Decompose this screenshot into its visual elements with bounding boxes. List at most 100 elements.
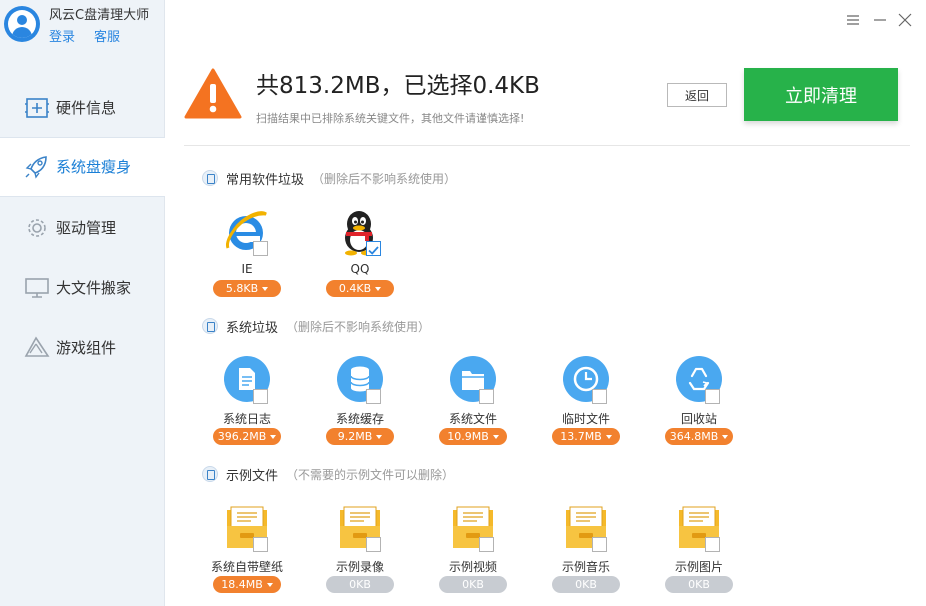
caret-down-icon bbox=[492, 434, 499, 439]
size-dropdown[interactable]: 10.9MB bbox=[439, 428, 507, 445]
item-name: 回收站 bbox=[680, 412, 717, 426]
item-checkbox[interactable] bbox=[253, 537, 268, 552]
section-icon bbox=[202, 170, 218, 186]
item-name: 系统文件 bbox=[448, 412, 497, 426]
item-checkbox[interactable] bbox=[705, 389, 720, 404]
item-checkbox[interactable] bbox=[253, 389, 268, 404]
sidebar-item-label: 驱动管理 bbox=[56, 219, 117, 237]
menu-icon[interactable] bbox=[845, 12, 861, 28]
app-name: 风云C盘清理大师 bbox=[49, 8, 150, 23]
login-link[interactable]: 登录 bbox=[49, 26, 75, 45]
caret-down-icon bbox=[270, 434, 277, 439]
item-checkbox[interactable] bbox=[479, 537, 494, 552]
item-system-cache[interactable]: 系统缓存 9.2MB bbox=[317, 356, 403, 456]
item-sample-recording[interactable]: 示例录像 0KB bbox=[317, 504, 403, 604]
size-label: 0KB bbox=[326, 576, 394, 593]
item-system-files[interactable]: 系统文件 10.9MB bbox=[430, 356, 516, 456]
item-name: 示例视频 bbox=[448, 560, 497, 574]
customer-service-link[interactable]: 客服 bbox=[94, 26, 120, 45]
app-window: 风云C盘清理大师 登录 客服 硬件信息 系统盘瘦身 驱动管理 大文件搬家 游戏组… bbox=[0, 0, 926, 606]
size-value: 364.8MB bbox=[669, 430, 719, 443]
size-dropdown[interactable]: 364.8MB bbox=[665, 428, 733, 445]
section-title: 示例文件 bbox=[226, 469, 279, 484]
item-checkbox[interactable] bbox=[366, 389, 381, 404]
warning-icon bbox=[184, 68, 242, 119]
size-value: 10.9MB bbox=[447, 430, 489, 443]
sidebar-item-game[interactable]: 游戏组件 bbox=[0, 319, 165, 377]
rocket-icon bbox=[25, 156, 47, 179]
caret-down-icon bbox=[266, 582, 273, 587]
section-title: 系统垃圾 bbox=[226, 321, 279, 336]
sidebar: 风云C盘清理大师 登录 客服 硬件信息 系统盘瘦身 驱动管理 大文件搬家 游戏组… bbox=[0, 0, 165, 606]
item-name: 示例图片 bbox=[674, 560, 723, 574]
game-icon bbox=[24, 336, 50, 357]
sidebar-item-label: 硬件信息 bbox=[56, 99, 117, 117]
item-checkbox[interactable] bbox=[592, 537, 607, 552]
sidebar-item-label: 游戏组件 bbox=[56, 339, 117, 357]
size-dropdown[interactable]: 396.2MB bbox=[213, 428, 281, 445]
item-name: 临时文件 bbox=[561, 412, 610, 426]
back-button[interactable]: 返回 bbox=[667, 83, 727, 107]
size-label: 0KB bbox=[552, 576, 620, 593]
size-dropdown[interactable]: 0.4KB bbox=[326, 280, 394, 297]
item-qq[interactable]: QQ 0.4KB bbox=[317, 208, 403, 308]
item-system-log[interactable]: 系统日志 396.2MB bbox=[204, 356, 290, 456]
item-checkbox[interactable] bbox=[366, 537, 381, 552]
item-checkbox[interactable] bbox=[253, 241, 268, 256]
clean-now-button[interactable]: 立即清理 bbox=[744, 68, 898, 121]
item-sample-pictures[interactable]: 示例图片 0KB bbox=[656, 504, 742, 604]
size-value: 9.2MB bbox=[337, 430, 373, 443]
sidebar-item-label: 大文件搬家 bbox=[56, 279, 132, 297]
item-name: IE bbox=[241, 262, 253, 276]
size-value: 396.2MB bbox=[217, 430, 267, 443]
size-value: 0.4KB bbox=[338, 282, 372, 295]
sidebar-item-large-files[interactable]: 大文件搬家 bbox=[0, 259, 165, 317]
size-label: 0KB bbox=[665, 576, 733, 593]
section-note: （删除后不影响系统使用） bbox=[286, 320, 431, 334]
item-checkbox[interactable] bbox=[479, 389, 494, 404]
item-ie[interactable]: IE 5.8KB bbox=[204, 208, 290, 308]
size-dropdown[interactable]: 5.8KB bbox=[213, 280, 281, 297]
avatar-icon[interactable] bbox=[4, 6, 40, 42]
sidebar-item-system-slim[interactable]: 系统盘瘦身 bbox=[0, 138, 165, 196]
item-name: 系统日志 bbox=[222, 412, 271, 426]
divider bbox=[184, 145, 910, 146]
section-note: （删除后不影响系统使用） bbox=[312, 172, 457, 186]
item-sample-video[interactable]: 示例视频 0KB bbox=[430, 504, 516, 604]
item-wallpaper[interactable]: 系统自带壁纸 18.4MB bbox=[204, 504, 290, 604]
size-dropdown[interactable]: 18.4MB bbox=[213, 576, 281, 593]
size-label: 0KB bbox=[439, 576, 507, 593]
item-temp-files[interactable]: 临时文件 13.7MB bbox=[543, 356, 629, 456]
item-recycle-bin[interactable]: 回收站 364.8MB bbox=[656, 356, 742, 456]
size-value: 13.7MB bbox=[560, 430, 602, 443]
item-checkbox[interactable] bbox=[705, 537, 720, 552]
caret-down-icon bbox=[376, 434, 383, 439]
item-name: 示例录像 bbox=[335, 560, 384, 574]
item-checkbox[interactable] bbox=[592, 389, 607, 404]
minimize-icon[interactable] bbox=[872, 12, 888, 28]
sidebar-item-label: 系统盘瘦身 bbox=[56, 158, 132, 176]
close-icon[interactable] bbox=[897, 12, 913, 28]
brand: 风云C盘清理大师 登录 客服 bbox=[4, 4, 164, 48]
size-value: 5.8KB bbox=[225, 282, 259, 295]
size-dropdown[interactable]: 13.7MB bbox=[552, 428, 620, 445]
item-sample-music[interactable]: 示例音乐 0KB bbox=[543, 504, 629, 604]
gear-icon bbox=[28, 219, 46, 237]
item-name: 系统自带壁纸 bbox=[210, 560, 283, 574]
hardware-icon bbox=[25, 98, 49, 118]
caret-down-icon bbox=[722, 434, 729, 439]
caret-down-icon bbox=[375, 286, 382, 291]
size-value: 18.4MB bbox=[221, 578, 263, 591]
sidebar-item-hardware[interactable]: 硬件信息 bbox=[0, 79, 165, 137]
monitor-icon bbox=[25, 278, 49, 298]
caret-down-icon bbox=[262, 286, 269, 291]
checkmark-icon bbox=[368, 246, 379, 255]
sidebar-item-driver[interactable]: 驱动管理 bbox=[0, 199, 165, 257]
item-checkbox[interactable] bbox=[366, 241, 381, 256]
size-dropdown[interactable]: 9.2MB bbox=[326, 428, 394, 445]
section-icon bbox=[202, 466, 218, 482]
item-name: 示例音乐 bbox=[561, 560, 610, 574]
item-name: QQ bbox=[350, 262, 370, 276]
caret-down-icon bbox=[605, 434, 612, 439]
page-title: 共813.2MB，已选择0.4KB bbox=[256, 73, 540, 99]
